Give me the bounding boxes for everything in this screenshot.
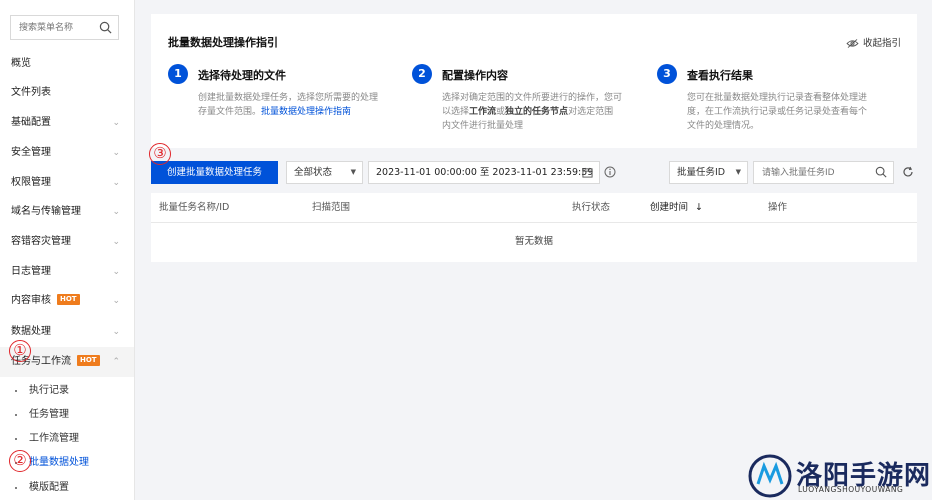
annotation-marker-1: ① [9, 340, 31, 362]
chevron-down-icon: ⌄ [112, 118, 120, 128]
chevron-down-icon: ⌄ [112, 267, 120, 277]
step-description-bold: 工作流 [469, 107, 497, 117]
search-icon[interactable] [875, 166, 887, 178]
bullet-dot-icon [15, 438, 17, 440]
watermark-logo [748, 454, 792, 498]
sidebar-subitem-label: 执行记录 [29, 385, 69, 396]
bullet-dot-icon [15, 390, 17, 392]
sidebar-subitem-label: 工作流管理 [29, 433, 79, 444]
chevron-down-icon: ⌄ [112, 296, 120, 306]
created-time-label: 创建时间 [650, 202, 689, 213]
column-header-status: 执行状态 [572, 202, 611, 213]
watermark-subtitle: LUOYANGSHOUYOUWANG [798, 485, 904, 494]
column-header-scope: 扫描范围 [312, 202, 351, 213]
hot-badge: HOT [57, 293, 80, 305]
step-title: 选择待处理的文件 [198, 69, 286, 82]
search-icon[interactable] [99, 21, 112, 34]
sidebar-item[interactable]: 容错容灾管理 ⌄ [0, 227, 134, 257]
chevron-down-icon: ⌄ [112, 237, 120, 247]
id-type-select[interactable]: 批量任务ID ▼ [669, 161, 748, 184]
calendar-icon [582, 167, 593, 178]
chevron-down-icon: ⌄ [112, 148, 120, 158]
collapse-guide-label: 收起指引 [862, 38, 901, 49]
date-range-picker[interactable]: 2023-11-01 00:00:00 至 2023-11-01 23:59:5… [368, 161, 600, 184]
step-description-text: 或 [496, 107, 506, 117]
guide-doc-link[interactable]: 批量数据处理操作指南 [261, 107, 351, 117]
task-id-input[interactable] [754, 162, 864, 183]
step-description: 创建批量数据处理任务，选择您所需要的处理存量文件范围。批量数据处理操作指南 [198, 91, 378, 119]
sidebar-subitem-label: 模版配置 [29, 482, 69, 493]
sidebar-item-label: 数据处理 [11, 326, 51, 337]
sidebar-item[interactable]: 基础配置 ⌄ [0, 108, 134, 138]
guide-title: 批量数据处理操作指引 [168, 36, 278, 49]
refresh-icon[interactable] [902, 166, 914, 178]
batch-task-table: 批量任务名称/ID 扫描范围 执行状态 创建时间 ↓ 操作 暂无数据 [151, 193, 917, 262]
hot-badge: HOT [77, 354, 100, 366]
step-title: 查看执行结果 [687, 69, 753, 82]
status-select[interactable]: 全部状态 ▼ [286, 161, 363, 184]
bullet-dot-icon [15, 414, 17, 416]
guide-panel: 批量数据处理操作指引 收起指引 1 选择待处理的文件 创建批量数据处理任务，选择… [151, 14, 917, 148]
sidebar-subitem-label: 任务管理 [29, 409, 69, 420]
status-select-value: 全部状态 [294, 167, 333, 178]
task-id-search-box[interactable] [753, 161, 894, 184]
sidebar-item-label: 域名与传输管理 [11, 206, 81, 217]
step-title: 配置操作内容 [442, 69, 508, 82]
chevron-up-icon: ⌃ [112, 357, 120, 367]
bullet-dot-icon [15, 487, 17, 489]
sidebar-subitem[interactable]: 模版配置 [0, 476, 134, 500]
step-description: 您可在批量数据处理执行记录查看整体处理进度，在工作流执行记录或任务记录处查看每个… [687, 93, 868, 131]
caret-down-icon: ▼ [735, 168, 741, 176]
create-batch-task-button[interactable]: 创建批量数据处理任务 [151, 161, 278, 184]
step-description: 选择对确定范围的文件所要进行的操作，您可以选择工作流或独立的任务节点对选定范围内… [442, 91, 622, 133]
sidebar-subitem-label: 批量数据处理 [29, 457, 89, 468]
step-number: 1 [168, 64, 188, 84]
sidebar-item[interactable]: 文件列表 [0, 78, 134, 108]
sidebar-item-label: 内容审核 [11, 295, 51, 306]
sidebar-item-label: 安全管理 [11, 147, 51, 158]
sidebar-item[interactable]: 日志管理 ⌄ [0, 257, 134, 287]
sidebar-subitem[interactable]: 执行记录 [0, 379, 134, 403]
caret-down-icon: ▼ [350, 168, 356, 176]
menu-search-box[interactable] [10, 15, 119, 40]
chevron-down-icon: ⌄ [112, 327, 120, 337]
id-type-select-value: 批量任务ID [677, 167, 726, 178]
sidebar: 概览文件列表基础配置⌄安全管理⌄权限管理⌄域名与传输管理⌄容错容灾管理⌄日志管理… [0, 0, 135, 500]
sidebar-item-label: 日志管理 [11, 266, 51, 277]
step-number: 2 [412, 64, 432, 84]
sidebar-item-label: 基础配置 [11, 117, 51, 128]
sidebar-subitem[interactable]: 工作流管理 [0, 427, 134, 451]
sidebar-subitem[interactable]: 任务管理 [0, 403, 134, 427]
column-header-actions: 操作 [768, 202, 788, 213]
sidebar-item[interactable]: 权限管理 ⌄ [0, 168, 134, 198]
sidebar-item-label: 权限管理 [11, 177, 51, 188]
chevron-down-icon: ⌄ [112, 178, 120, 188]
watermark: 洛阳手游网 LUOYANGSHOUYOUWANG [748, 452, 930, 498]
info-icon[interactable] [604, 166, 616, 178]
collapse-guide-button[interactable]: 收起指引 [846, 35, 901, 49]
sidebar-item[interactable]: 安全管理 ⌄ [0, 138, 134, 168]
sidebar-item[interactable]: 概览 [0, 49, 134, 79]
column-header-name: 批量任务名称/ID [159, 202, 230, 213]
sidebar-item-label: 概览 [11, 58, 31, 69]
eye-slash-icon [846, 39, 859, 48]
annotation-marker-3: ③ [149, 143, 171, 165]
sidebar-item[interactable]: 域名与传输管理 ⌄ [0, 197, 134, 227]
step-number: 3 [657, 64, 677, 84]
chevron-down-icon: ⌄ [112, 207, 120, 217]
step-description-bold: 独立的任务节点 [505, 107, 569, 117]
date-range-value: 2023-11-01 00:00:00 至 2023-11-01 23:59:5… [376, 167, 594, 178]
menu-search-input[interactable] [11, 16, 96, 39]
table-header: 批量任务名称/ID 扫描范围 执行状态 创建时间 ↓ 操作 [151, 193, 917, 223]
sidebar-item-label: 文件列表 [11, 87, 51, 98]
annotation-marker-2: ② [9, 450, 31, 472]
column-header-created-time[interactable]: 创建时间 ↓ [650, 193, 703, 223]
sidebar-item[interactable]: 内容审核 HOT ⌄ [0, 286, 134, 316]
sort-desc-icon[interactable]: ↓ [695, 202, 703, 213]
empty-state-text: 暂无数据 [514, 236, 553, 247]
sidebar-item-label: 容错容灾管理 [11, 236, 71, 247]
